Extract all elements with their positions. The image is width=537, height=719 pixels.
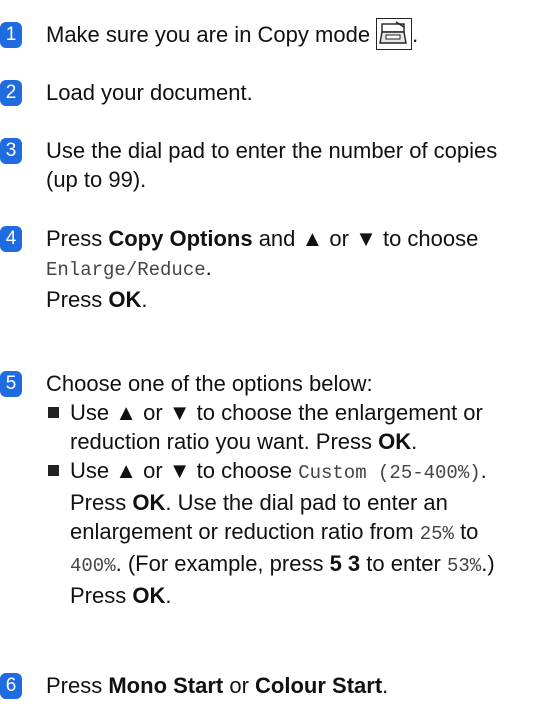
ratio-max-value: 400%	[70, 555, 116, 577]
text-fragment: .	[141, 287, 148, 312]
step-number-badge: 4	[0, 226, 22, 252]
step-1-text: Make sure you are in Copy mode .	[46, 18, 526, 52]
step-6-text: Press Mono Start or Colour Start.	[46, 671, 526, 700]
text-fragment: to enter	[360, 551, 447, 576]
colour-start-key: Colour Start	[255, 673, 383, 698]
copy-options-key: Copy Options	[108, 226, 253, 251]
step-3-text: Use the dial pad to enter the number of …	[46, 138, 498, 192]
ok-key: OK	[132, 583, 166, 608]
step-number-badge: 5	[0, 371, 22, 397]
menu-value-custom: Custom (25-400%)	[298, 462, 481, 484]
text-fragment: Press	[46, 287, 109, 312]
text-fragment: .	[205, 255, 212, 280]
text-fragment: Use ▲ or ▼ to choose the enlargement or …	[70, 400, 483, 454]
text-fragment: .	[411, 429, 418, 454]
copy-mode-icon	[376, 18, 413, 51]
dial-keys: 5 3	[329, 551, 361, 576]
step-number-badge: 1	[0, 22, 22, 48]
text-fragment: . (For example, press	[115, 551, 330, 576]
ok-key: OK	[378, 429, 412, 454]
text-fragment: Press	[46, 673, 109, 698]
text-fragment: .	[165, 583, 172, 608]
example-ratio-value: 53%	[447, 555, 482, 577]
step-number-badge: 3	[0, 138, 22, 164]
option-item: Use ▲ or ▼ to choose the enlargement or …	[46, 398, 526, 456]
text-fragment: or	[223, 673, 256, 698]
text-fragment: and ▲ or ▼ to choose	[252, 226, 479, 251]
option-item: Use ▲ or ▼ to choose Custom (25-400%). P…	[46, 456, 526, 610]
step-5-intro: Choose one of the options below:	[46, 371, 373, 396]
step-1-period: .	[412, 22, 419, 47]
step-2-text: Load your document.	[46, 80, 253, 105]
bullet-square-icon	[48, 407, 59, 418]
mono-start-key: Mono Start	[108, 673, 224, 698]
options-list: Use ▲ or ▼ to choose the enlargement or …	[46, 398, 526, 610]
ok-key: OK	[132, 490, 166, 515]
menu-value-enlarge-reduce: Enlarge/Reduce	[46, 259, 206, 281]
step-4-text: Press Copy Options and ▲ or ▼ to choose …	[46, 224, 526, 314]
text-fragment: to	[453, 519, 479, 544]
step-number-badge: 2	[0, 80, 22, 106]
ok-key: OK	[108, 287, 142, 312]
step-1-label: Make sure you are in Copy mode	[46, 22, 371, 47]
text-fragment: Use ▲ or ▼ to choose	[70, 458, 299, 483]
text-fragment: Press	[46, 226, 109, 251]
text-fragment: .	[382, 673, 389, 698]
step-number-badge: 6	[0, 673, 22, 699]
ratio-min-value: 25%	[419, 523, 454, 545]
step-5-text: Choose one of the options below: Use ▲ o…	[46, 369, 526, 610]
bullet-square-icon	[48, 465, 59, 476]
